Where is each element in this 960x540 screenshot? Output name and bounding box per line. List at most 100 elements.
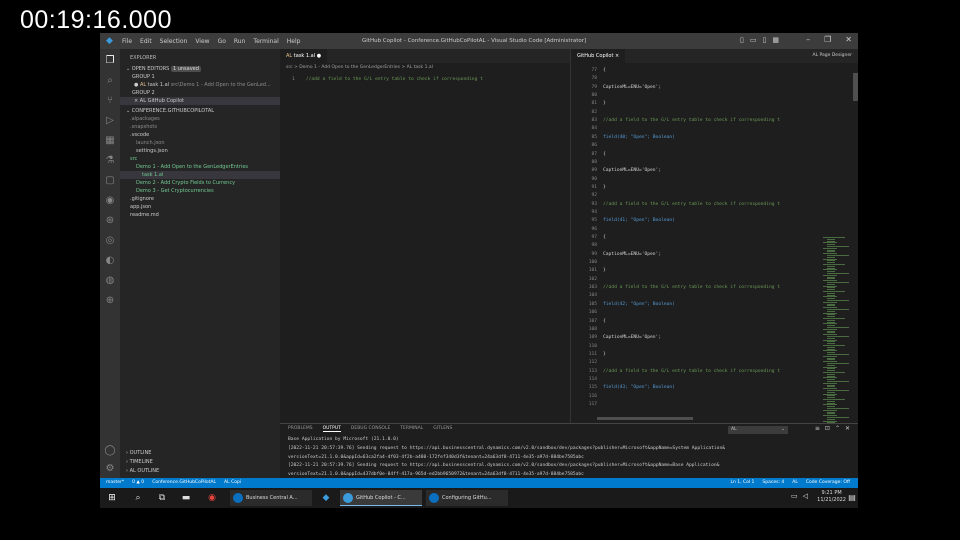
extensions-icon[interactable]: ▦ [104,135,116,147]
code-line[interactable]: 1 //add a field to the G/L entry table t… [292,77,483,82]
horizontal-scrollbar[interactable] [597,417,693,420]
code-line[interactable]: 106 [575,310,603,315]
code-line[interactable]: 112 [575,360,603,365]
code-line[interactable]: 98 [575,243,603,248]
timeline-section[interactable]: › TIMELINE [120,458,280,466]
menu-item-selection[interactable]: Selection [160,38,188,45]
taskbar-app[interactable]: GitHub Copilot - C... [340,490,422,506]
code-line[interactable]: 81} [575,101,605,106]
code-line[interactable]: 107 { [575,319,606,324]
file-tree-item[interactable]: app.json [120,203,280,211]
code-line[interactable]: 108 [575,327,603,332]
testing-icon[interactable]: ⚗ [104,155,116,167]
minimize-icon[interactable]: – [806,35,810,44]
close-icon[interactable]: ✕ [845,425,850,432]
open-editors-header[interactable]: ⌄ OPEN EDITORS 1 unsaved [120,65,280,73]
close-icon[interactable]: × [615,53,619,59]
restore-icon[interactable]: ❐ [824,35,831,44]
vscode-taskbar-icon[interactable]: ◆ [320,492,332,504]
menu-item-help[interactable]: Help [287,38,301,45]
status-item[interactable]: master* [106,478,124,488]
file-tree-item[interactable]: Demo 3 - Get Cryptocurrencies [120,187,280,195]
code-line[interactable]: 103 //add a field to the G/L entry table … [575,285,780,290]
status-item[interactable]: AL [792,478,798,488]
code-line[interactable]: 97 { [575,235,605,240]
code-line[interactable]: 80 [575,93,603,98]
code-line[interactable]: 117 [575,402,603,407]
customize-layout-icon[interactable]: ▦ [772,36,779,44]
code-line[interactable]: 86 [575,143,603,148]
tab-github-copilot[interactable]: GitHub Copilot × [571,49,626,63]
status-item[interactable]: 0 ▲ 0 [132,478,144,488]
code-line[interactable]: 90 [575,177,603,182]
status-item[interactable]: Code Coverage: Off [806,478,850,488]
code-line[interactable]: 84 [575,126,603,131]
docker-icon[interactable]: ◍ [104,275,116,287]
file-tree-item[interactable]: settings.json [120,147,280,155]
status-item[interactable]: Spaces: 4 [762,478,784,488]
al-page-designer-button[interactable]: AL Page Designer [813,53,853,58]
taskbar-app[interactable]: Business Central A... [230,490,312,506]
code-line[interactable]: 111} [575,352,606,357]
panel-tab-problems[interactable]: PROBLEMS [288,426,313,432]
search-icon[interactable]: ⌕ [132,492,144,504]
code-line[interactable]: 83 //add a field to the G/L entry table t… [575,118,780,123]
output-channel-select[interactable]: AL ⌄ [728,426,788,434]
status-item[interactable]: AL Copi [224,478,241,488]
file-tree-item[interactable]: readme.md [120,211,280,219]
code-line[interactable]: 91} [575,185,605,190]
volume-icon[interactable]: ◁ [803,492,808,500]
scrollbar[interactable] [853,73,858,101]
remote-explorer-icon[interactable]: ▢ [104,175,116,187]
code-line[interactable]: 101} [575,268,606,273]
code-line[interactable]: 116 [575,394,603,399]
network-icon[interactable]: ▭ [791,492,798,500]
code-line[interactable]: 96 [575,227,603,232]
code-line[interactable]: 100 [575,260,603,265]
file-tree-item[interactable]: launch.json [120,139,280,147]
close-icon[interactable]: ✕ [845,35,852,44]
code-line[interactable]: 82 [575,110,603,115]
code-line[interactable]: 114 [575,377,603,382]
code-line[interactable]: 104 [575,293,603,298]
gear-icon[interactable]: ⚙ [104,463,116,475]
file-explorer-icon[interactable]: ▬ [180,492,192,504]
code-line[interactable]: 88 [575,160,603,165]
toggle-secondary-icon[interactable]: ▯ [762,36,766,44]
minimap[interactable] [823,77,849,435]
gitlens-icon[interactable]: ◉ [104,195,116,207]
code-line[interactable]: 94 [575,210,603,215]
code-line[interactable]: 87 { [575,152,605,157]
file-tree-item[interactable]: Demo 1 - Add Open to the GenLedgerEntrie… [120,163,280,171]
breadcrumb[interactable]: src > Demo 1 - Add Open to the GenLedger… [286,65,433,70]
al-explorer-icon[interactable]: ⊕ [104,295,116,307]
github-icon[interactable]: ◎ [104,235,116,247]
file-tree-item[interactable]: .snapshots [120,123,280,131]
code-line[interactable]: 115 field(43; "Open"; Boolean) [575,385,675,390]
code-line[interactable]: 105 field(42; "Open"; Boolean) [575,302,675,307]
taskbar-app[interactable]: Configuring GitHu... [426,490,508,506]
panel-tab-output[interactable]: OUTPUT [322,426,341,432]
explorer-icon[interactable]: ❐ [104,55,116,67]
status-item[interactable]: Conference.GitHubCoPilotAL [152,478,216,488]
code-line[interactable]: 99 CaptionML=ENU='Open'; [575,252,661,257]
search-icon[interactable]: ⌕ [104,75,116,87]
file-tree-item[interactable]: .gitignore [120,195,280,203]
menu-item-terminal[interactable]: Terminal [253,38,278,45]
code-line[interactable]: 93 //add a field to the G/L entry table t… [575,202,780,207]
filter-icon[interactable]: ≡ [815,425,820,432]
code-line[interactable]: 78 [575,76,603,81]
panel-tab-debug-console[interactable]: DEBUG CONSOLE [351,426,390,432]
project-header[interactable]: ⌄ CONFERENCE.GITHUBCOPILOTAL [120,107,280,115]
code-line[interactable]: 113 //add a field to the G/L entry table … [575,369,780,374]
toggle-panel-icon[interactable]: ▭ [750,36,757,44]
task-view-icon[interactable]: ⧉ [156,492,168,504]
git-graph-icon[interactable]: ⊛ [104,215,116,227]
open-editor-task1[interactable]: ● AL task 1.al src\Demo 1 - Add Open to … [120,81,280,89]
code-line[interactable]: 110 [575,344,603,349]
file-tree-item[interactable]: task 1.al [120,171,280,179]
maximize-panel-icon[interactable]: ⌃ [835,425,840,432]
toggle-sidebar-icon[interactable]: ▯ [740,36,744,44]
code-line[interactable]: 109 CaptionML=ENU='Open'; [575,335,661,340]
menu-item-go[interactable]: Go [218,38,226,45]
